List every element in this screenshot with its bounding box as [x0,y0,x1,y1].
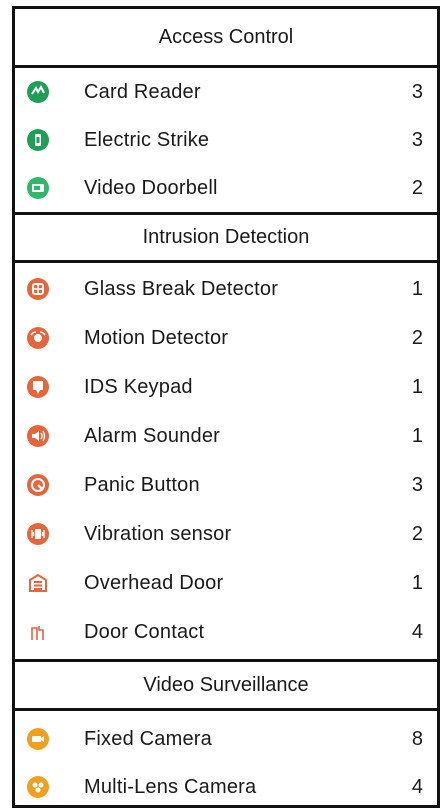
list-item: Alarm Sounder 1 [15,412,437,460]
list-item: Panic Button 3 [15,461,437,509]
list-item: Electric Strike 3 [15,116,437,164]
overhead-door-icon [26,571,50,595]
list-item: Overhead Door 1 [15,559,437,607]
door-contact-icon [26,620,50,644]
card-reader-icon [26,80,50,104]
divider [15,260,437,263]
section-title: Intrusion Detection [142,226,310,248]
list-item: Card Reader 3 [15,68,437,116]
section-header-access-control: Access Control [15,9,437,65]
section-title: Video Surveillance [143,673,309,696]
electric-strike-icon [26,128,50,152]
alarm-sounder-icon [26,424,50,448]
glass-break-icon [26,277,50,301]
list-item: Glass Break Detector 1 [15,265,437,313]
panic-button-icon [26,473,50,497]
section-header-video-surveillance: Video Surveillance [15,662,437,708]
list-item: Door Contact 4 [15,608,437,656]
list-item: Fixed Camera 8 [15,715,437,763]
vibration-sensor-icon [26,522,50,546]
section-header-intrusion-detection: Intrusion Detection [15,215,437,260]
ids-keypad-icon [26,375,50,399]
section-title: Access Control [158,25,294,48]
video-doorbell-icon [26,176,50,200]
list-item: Video Doorbell 2 [15,164,437,212]
list-item: Multi-Lens Camera 4 [15,763,437,811]
multi-lens-camera-icon [26,775,50,799]
motion-detector-icon [26,326,50,350]
divider [15,708,437,711]
list-item: IDS Keypad 1 [15,363,437,411]
fixed-camera-icon [26,727,50,751]
list-item: Motion Detector 2 [15,314,437,362]
device-legend-table: Access Control Card Reader 3 Electric St… [12,6,440,808]
list-item: Vibration sensor 2 [15,510,437,558]
